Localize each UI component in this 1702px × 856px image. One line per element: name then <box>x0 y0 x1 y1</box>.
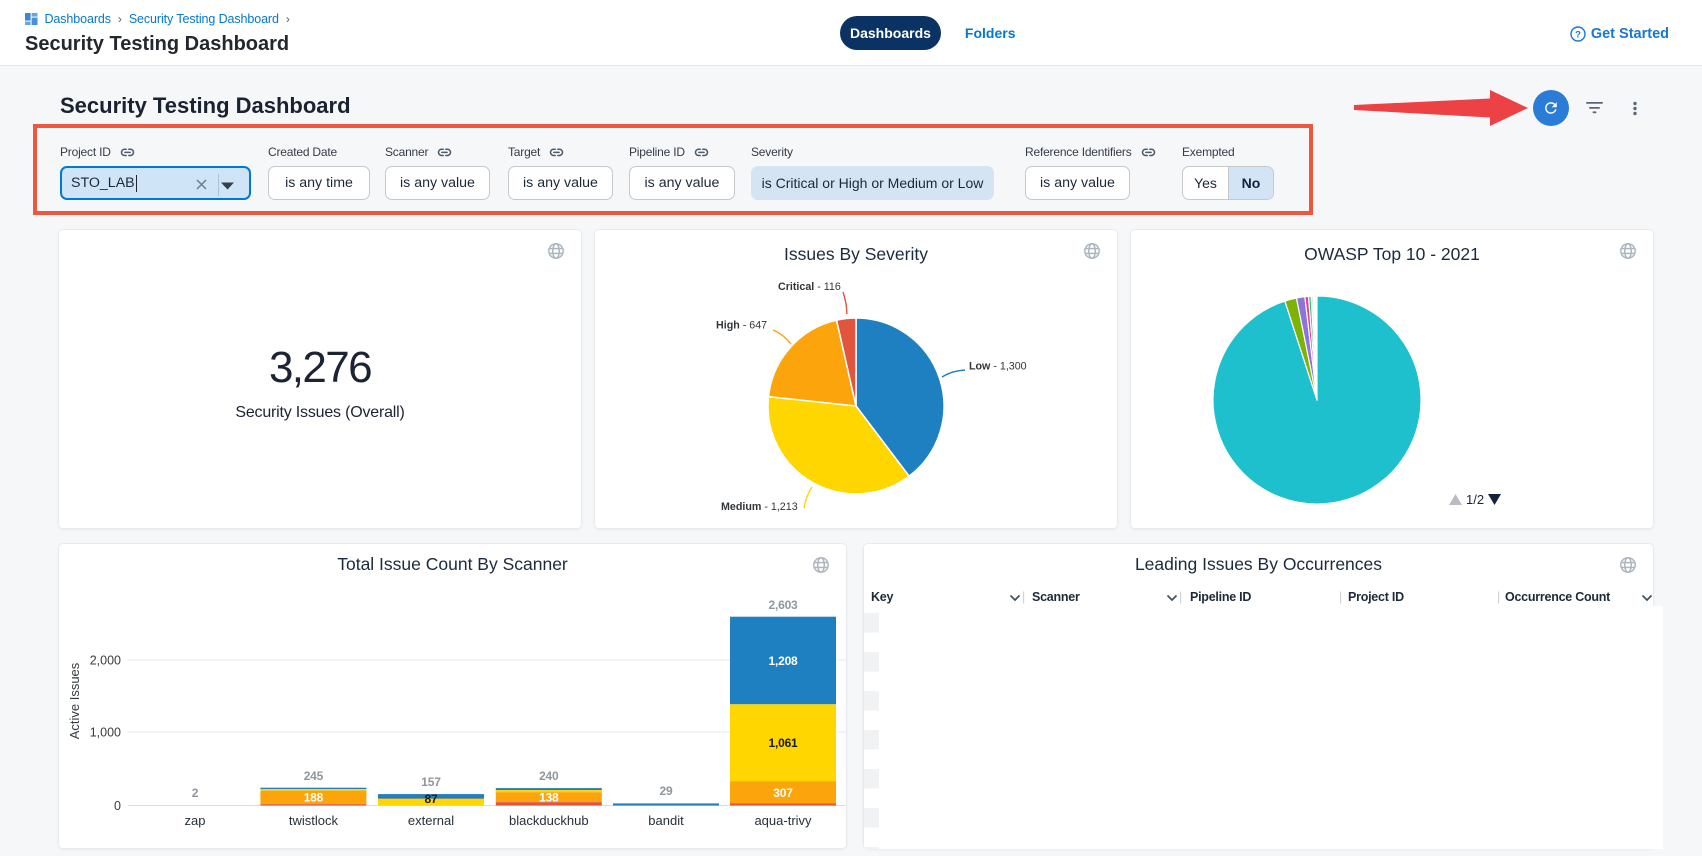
svg-text:1,208: 1,208 <box>768 654 798 668</box>
svg-text:Active Issues: Active Issues <box>67 662 82 739</box>
svg-text:188: 188 <box>304 791 324 805</box>
svg-text:Medium - 1,213: Medium - 1,213 <box>721 501 798 513</box>
svg-text:2,000: 2,000 <box>90 654 121 668</box>
svg-text:1,000: 1,000 <box>90 726 121 740</box>
svg-text:blackduckhub: blackduckhub <box>509 813 589 828</box>
svg-text:0: 0 <box>114 799 121 813</box>
svg-text:Critical - 116: Critical - 116 <box>778 281 841 293</box>
svg-text:aqua-trivy: aqua-trivy <box>754 813 812 828</box>
svg-text:87: 87 <box>425 792 438 806</box>
svg-text:bandit: bandit <box>648 813 684 828</box>
svg-text:2: 2 <box>192 786 199 800</box>
svg-text:29: 29 <box>660 784 673 798</box>
svg-text:240: 240 <box>539 769 559 783</box>
svg-text:1,061: 1,061 <box>768 736 798 750</box>
svg-text:Low - 1,300: Low - 1,300 <box>969 361 1027 373</box>
svg-text:?: ? <box>1575 30 1581 41</box>
svg-text:external: external <box>408 813 454 828</box>
svg-text:zap: zap <box>185 813 206 828</box>
svg-text:307: 307 <box>773 786 793 800</box>
svg-text:157: 157 <box>421 775 441 789</box>
svg-text:twistlock: twistlock <box>289 813 339 828</box>
svg-text:High - 647: High - 647 <box>716 320 767 332</box>
svg-text:245: 245 <box>304 769 324 783</box>
svg-text:138: 138 <box>539 791 559 805</box>
svg-text:2,603: 2,603 <box>768 598 798 612</box>
